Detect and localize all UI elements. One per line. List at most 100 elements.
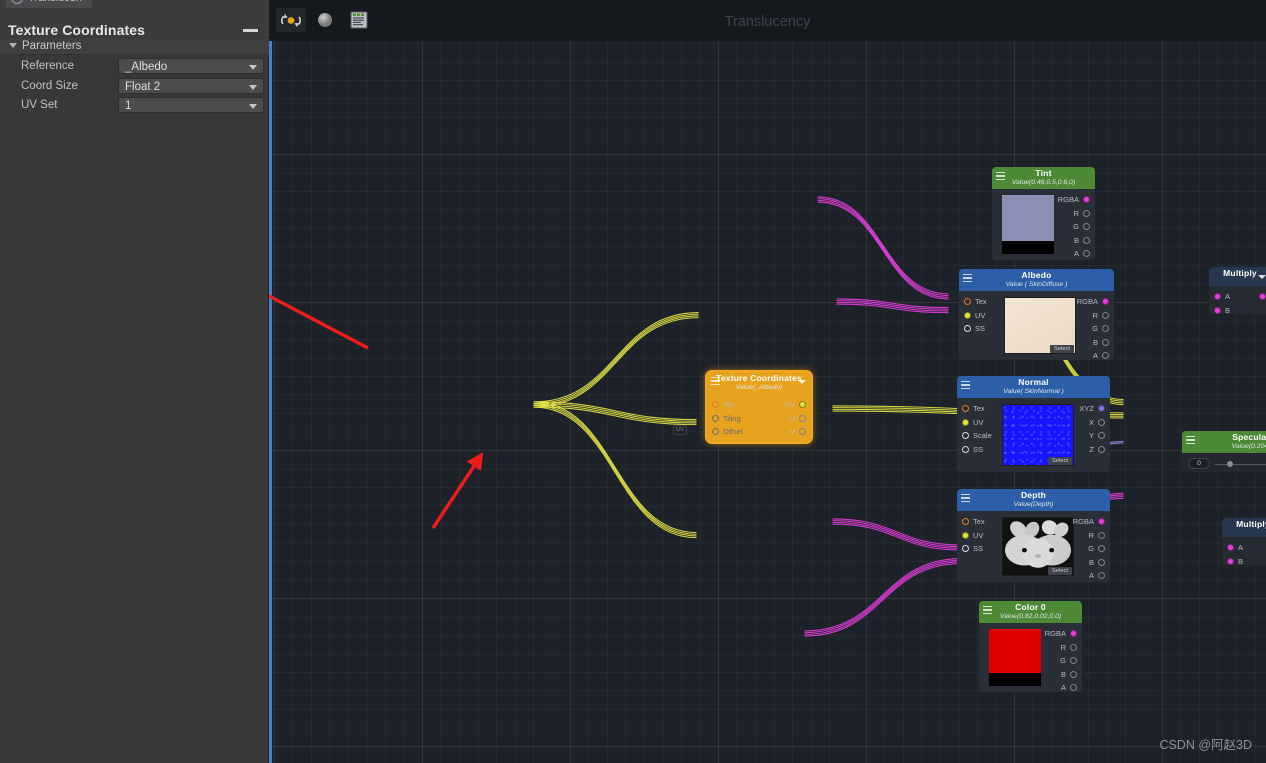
output-port-v[interactable] [799, 428, 806, 436]
output-port-a[interactable] [1083, 250, 1090, 258]
output-port-g[interactable] [1098, 545, 1105, 553]
node-menu-icon[interactable] [996, 172, 1005, 180]
output-port-label: RGBA [1057, 195, 1079, 204]
input-port-ss[interactable] [962, 545, 969, 553]
output-port-g[interactable] [1070, 657, 1077, 665]
input-port-b[interactable] [1227, 557, 1234, 565]
output-port-y[interactable] [1098, 432, 1105, 440]
node-normal[interactable]: Normal Value( SkinNormal ) Select Tex UV Scal… [957, 376, 1110, 472]
parameter-value: Float 2 [125, 80, 161, 93]
parameters-section-label: Parameters [22, 40, 82, 52]
output-port-g[interactable] [1083, 223, 1090, 231]
parameter-row: UV Set 1 [0, 97, 269, 116]
output-port-r[interactable] [1102, 311, 1109, 319]
chevron-down-icon[interactable] [9, 43, 17, 48]
output-port-label: R [1073, 208, 1079, 218]
input-port-a[interactable] [1227, 544, 1234, 551]
input-port-b[interactable] [1214, 306, 1221, 314]
output-port-b[interactable] [1098, 558, 1105, 566]
node-texcoord[interactable]: Texture Coordinates Value(_Albedo) Tex Tili… [707, 372, 811, 442]
node-menu-icon[interactable] [1186, 436, 1195, 444]
output-port-a[interactable] [1098, 572, 1105, 580]
node-menu-icon[interactable] [983, 606, 992, 614]
node-depth[interactable]: Depth Value(Depth) Select Tex UV SS RGBA R G B A [957, 489, 1110, 582]
output-port-label: U [789, 413, 795, 423]
output-port-rgba[interactable] [1102, 298, 1109, 305]
output-port-b[interactable] [1102, 338, 1109, 346]
input-port-a[interactable] [1214, 293, 1221, 300]
parameter-dropdown[interactable]: _Albedo [118, 58, 264, 74]
input-port-tex[interactable] [712, 401, 719, 408]
node-menu-icon[interactable] [961, 494, 970, 502]
node-multiply1[interactable]: Multiply A B [1209, 267, 1266, 315]
shader-properties-icon[interactable] [344, 8, 374, 32]
output-port-z[interactable] [1098, 445, 1105, 453]
node-specular[interactable]: SpecularValue(0.204)00.21 [1182, 431, 1266, 472]
parameter-dropdown[interactable]: Float 2 [118, 77, 264, 94]
input-port-offset[interactable] [712, 428, 719, 436]
slider-track[interactable] [1215, 463, 1266, 465]
slider-min-field[interactable]: 0 [1188, 458, 1210, 469]
output-port-uv[interactable] [799, 401, 806, 408]
output-port-b[interactable] [1083, 236, 1090, 244]
output-port-r[interactable] [1070, 643, 1077, 651]
chevron-down-icon[interactable] [798, 380, 806, 384]
output-port-xyz[interactable] [1098, 405, 1105, 412]
node-header: Albedo Value ( SkinDiffuse ) [959, 269, 1114, 291]
node-multiply2[interactable]: Multiply AB [1222, 518, 1266, 566]
input-port-uv[interactable] [962, 418, 969, 426]
input-port-tex[interactable] [964, 298, 971, 305]
node-tint[interactable]: Tint Value(0.46,0.5,0.6,0) RGBA R G B A [992, 167, 1095, 260]
slider-knob[interactable] [1227, 461, 1233, 467]
output-port-r[interactable] [1098, 531, 1105, 539]
output-port-g[interactable] [1102, 325, 1109, 333]
minimize-icon[interactable] [243, 29, 258, 32]
output-port-rgba[interactable] [1098, 518, 1105, 525]
output-port-rgba[interactable] [1070, 630, 1077, 637]
output-port-u[interactable] [799, 414, 806, 422]
live-preview-icon[interactable] [276, 8, 306, 32]
output-port-label: XYZ [1079, 404, 1094, 413]
sphere-preview-icon[interactable] [310, 8, 340, 32]
output-port-x[interactable] [1098, 418, 1105, 426]
node-albedo[interactable]: Albedo Value ( SkinDiffuse ) Select Tex UV SS… [959, 269, 1114, 360]
output-port-r[interactable] [1083, 209, 1090, 217]
parameters-section-header[interactable]: Parameters [0, 38, 269, 55]
color-swatch[interactable] [1002, 195, 1054, 254]
specular-slider-row[interactable]: 00.21 [1182, 453, 1266, 474]
input-port-scale[interactable] [962, 432, 969, 440]
output-port-label: V [789, 427, 795, 437]
output-port-a[interactable] [1070, 684, 1077, 692]
output-port-out[interactable] [1259, 293, 1266, 300]
graph-canvas[interactable]: Translucency Tint Value(0.46,0.5,0.6,0) … [269, 0, 1266, 763]
parameter-dropdown[interactable]: 1 [118, 97, 264, 113]
inspector-tab-translucency[interactable]: Translucen [6, 0, 93, 8]
input-port-ss[interactable] [964, 325, 971, 333]
chevron-down-icon[interactable] [1258, 275, 1266, 279]
node-menu-icon[interactable] [963, 274, 972, 282]
input-port-uv[interactable] [962, 531, 969, 539]
node-header: Normal Value( SkinNormal ) [957, 376, 1110, 398]
select-texture-button[interactable]: Select [1047, 457, 1072, 465]
input-port-uv[interactable] [964, 311, 971, 319]
node-menu-icon[interactable] [961, 381, 970, 389]
node-color0[interactable]: Color 0 Value(0.82,0.02,0.0) RGBA R G B A [979, 601, 1082, 692]
output-port-label: RGBA [1076, 297, 1098, 306]
node-subtitle: Value(0.82,0.02,0.0) [999, 613, 1062, 620]
input-port-tiling[interactable] [712, 414, 719, 422]
select-texture-button[interactable]: Select [1047, 567, 1072, 575]
parameter-value: _Albedo [125, 61, 168, 73]
output-port-a[interactable] [1102, 352, 1109, 360]
input-port-ss[interactable] [962, 445, 969, 453]
node-menu-icon[interactable] [711, 377, 720, 385]
output-port-label: Y [1088, 431, 1094, 441]
output-port-rgba[interactable] [1083, 196, 1090, 203]
node-title: Albedo [1021, 270, 1052, 280]
color-swatch-rgb [989, 629, 1041, 674]
select-texture-button[interactable]: Select [1049, 345, 1074, 353]
input-port-tex[interactable] [962, 518, 969, 525]
output-port-label: B [1073, 235, 1079, 245]
color-swatch[interactable] [989, 629, 1041, 686]
input-port-tex[interactable] [962, 405, 969, 412]
output-port-b[interactable] [1070, 670, 1077, 678]
